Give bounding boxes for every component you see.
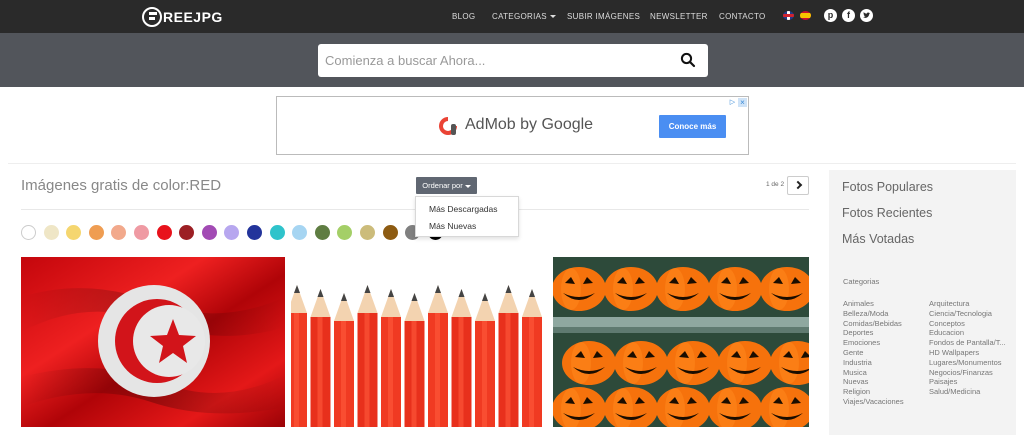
category-link[interactable]: Belleza/Moda bbox=[843, 309, 888, 318]
category-link[interactable]: Salud/Medicina bbox=[929, 387, 980, 396]
category-link[interactable]: Emociones bbox=[843, 338, 880, 347]
color-swatch[interactable] bbox=[224, 225, 240, 240]
category-link[interactable]: Viajes/Vacaciones bbox=[843, 397, 904, 406]
chevron-down-icon bbox=[549, 15, 556, 19]
search-box bbox=[318, 44, 708, 77]
category-link[interactable]: Conceptos bbox=[929, 319, 965, 328]
color-swatch[interactable] bbox=[201, 225, 217, 240]
category-link[interactable]: Negocios/Finanzas bbox=[929, 368, 993, 377]
category-link[interactable]: Industria bbox=[843, 358, 872, 367]
category-link[interactable]: Fondos de Pantalla/T... bbox=[929, 338, 1006, 347]
page-title: Imágenes gratis de color:RED bbox=[21, 177, 222, 194]
chevron-down-icon bbox=[464, 184, 471, 188]
category-link[interactable]: Arquitectura bbox=[929, 299, 969, 308]
twitter-icon[interactable] bbox=[860, 9, 873, 22]
color-swatch[interactable] bbox=[111, 225, 127, 240]
color-swatch[interactable] bbox=[382, 225, 398, 240]
color-swatch[interactable] bbox=[179, 225, 195, 240]
color-swatch[interactable] bbox=[360, 225, 375, 240]
nav-contacto[interactable]: CONTACTO bbox=[719, 12, 766, 21]
image-thumb-red-pencils[interactable] bbox=[291, 257, 547, 427]
sort-dropdown-menu: Más Descargadas Más Nuevas bbox=[415, 196, 519, 237]
ad-cta-button[interactable]: Conoce más bbox=[659, 115, 726, 138]
search-icon[interactable] bbox=[680, 52, 696, 68]
category-link[interactable]: Lugares/Monumentos bbox=[929, 358, 1002, 367]
search-banner bbox=[0, 33, 1024, 87]
color-swatch[interactable] bbox=[156, 225, 172, 240]
category-link[interactable]: Nuevas bbox=[843, 377, 868, 386]
image-thumb-tunisia-flag[interactable] bbox=[21, 257, 285, 427]
color-swatch[interactable] bbox=[269, 225, 285, 240]
category-link[interactable]: Comidas/Bebidas bbox=[843, 319, 902, 328]
pagination-label: 1 de 2 bbox=[766, 181, 785, 188]
site-logo[interactable]: REEJPG bbox=[142, 6, 223, 28]
color-swatch[interactable] bbox=[337, 225, 353, 240]
search-input[interactable] bbox=[318, 44, 668, 77]
ad-close-icon[interactable]: × bbox=[738, 98, 747, 107]
category-link[interactable]: HD Wallpapers bbox=[929, 348, 979, 357]
top-navbar: REEJPG BLOG CATEGORIAS SUBIR IMÁGENES NE… bbox=[0, 0, 1024, 33]
facebook-icon[interactable]: f bbox=[842, 9, 855, 22]
sort-button[interactable]: Ordenar por bbox=[416, 177, 477, 194]
category-link[interactable]: Educacion bbox=[929, 328, 964, 337]
sort-button-label: Ordenar por bbox=[422, 181, 463, 190]
color-swatch[interactable] bbox=[43, 225, 59, 240]
category-link[interactable]: Ciencia/Tecnologia bbox=[929, 309, 992, 318]
color-swatch[interactable] bbox=[66, 225, 82, 240]
sidebar-link-fotos-recientes[interactable]: Fotos Recientes bbox=[842, 206, 932, 220]
logo-text: REEJPG bbox=[163, 9, 223, 25]
next-page-button[interactable] bbox=[787, 176, 809, 195]
sidebar-link-mas-votadas[interactable]: Más Votadas bbox=[842, 232, 914, 246]
image-thumb-halloween-pumpkins[interactable] bbox=[553, 257, 809, 427]
categories-heading: Categorias bbox=[843, 277, 880, 286]
color-swatch[interactable] bbox=[292, 225, 308, 240]
color-swatch[interactable] bbox=[134, 225, 149, 240]
nav-blog[interactable]: BLOG bbox=[452, 12, 475, 21]
category-link[interactable]: Musica bbox=[843, 368, 867, 377]
color-swatch[interactable] bbox=[88, 225, 104, 240]
sort-option-mas-descargadas[interactable]: Más Descargadas bbox=[429, 204, 498, 214]
nav-categorias[interactable]: CATEGORIAS bbox=[492, 12, 556, 21]
nav-subir-imagenes[interactable]: SUBIR IMÁGENES bbox=[567, 12, 640, 21]
color-swatch[interactable] bbox=[21, 225, 36, 240]
admob-logo-icon bbox=[437, 115, 459, 137]
sidebar-link-fotos-populares[interactable]: Fotos Populares bbox=[842, 180, 933, 194]
ad-brand-text: AdMob by Google bbox=[465, 116, 594, 133]
color-swatch[interactable] bbox=[314, 225, 330, 240]
color-swatch[interactable] bbox=[247, 225, 262, 240]
sort-option-mas-nuevas[interactable]: Más Nuevas bbox=[429, 221, 476, 231]
english-flag-icon[interactable] bbox=[783, 11, 794, 20]
nav-newsletter[interactable]: NEWSLETTER bbox=[650, 12, 708, 21]
nav-categorias-label: CATEGORIAS bbox=[492, 12, 547, 21]
ad-info-icon[interactable]: ▷ bbox=[728, 98, 737, 107]
divider bbox=[8, 163, 1016, 164]
category-link[interactable]: Gente bbox=[843, 348, 863, 357]
logo-f-icon bbox=[142, 7, 162, 27]
category-link[interactable]: Religion bbox=[843, 387, 870, 396]
category-link[interactable]: Paisajes bbox=[929, 377, 957, 386]
category-link[interactable]: Animales bbox=[843, 299, 874, 308]
sidebar: Fotos Populares Fotos Recientes Más Vota… bbox=[829, 170, 1016, 435]
pinterest-icon[interactable]: p bbox=[824, 9, 837, 22]
category-link[interactable]: Deportes bbox=[843, 328, 873, 337]
spanish-flag-icon[interactable] bbox=[800, 11, 811, 20]
ad-banner[interactable]: ▷ × AdMob by Google Conoce más bbox=[276, 96, 749, 155]
